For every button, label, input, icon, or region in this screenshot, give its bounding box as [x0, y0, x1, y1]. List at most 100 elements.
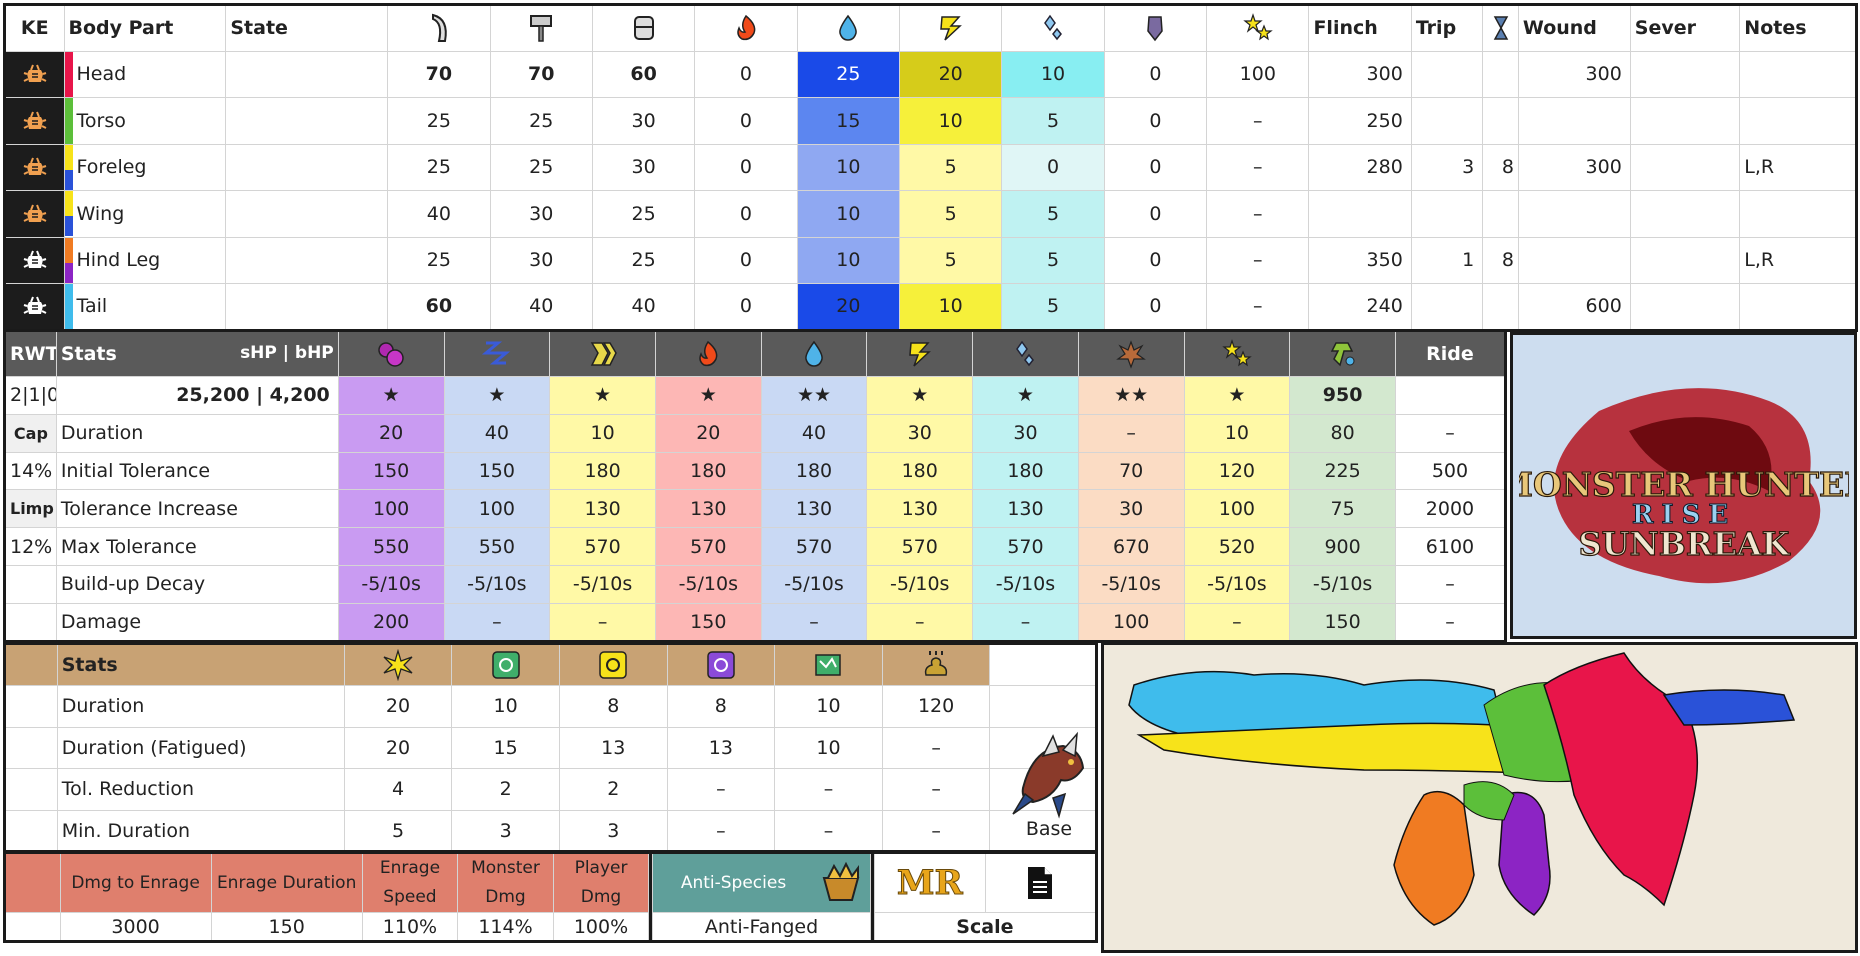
ailment-value: 70: [1077, 451, 1185, 491]
hitzone-row: Foreleg 25 25 30 0 10 5 0 0–280 3 8 300 L,R: [4, 143, 1857, 191]
trip-t-value: 8: [1482, 236, 1519, 284]
notes-header: Notes: [1739, 4, 1857, 52]
ailment-value: -5/10s: [866, 564, 974, 604]
shock-trap-icon: [451, 643, 560, 686]
state-cell: [225, 50, 389, 98]
sleep-icon: [443, 330, 551, 377]
part-color-stripe: [64, 98, 73, 144]
ailment-value: ★: [443, 376, 551, 415]
trap-value: –: [666, 768, 776, 811]
dragon-value: 0: [1103, 190, 1208, 238]
blunt-value: 30: [489, 190, 593, 238]
ice-value: 10: [1001, 50, 1105, 98]
flinch-value: 350: [1308, 236, 1412, 284]
sev-value: [1629, 97, 1741, 145]
exhaust-icon: [1289, 330, 1396, 377]
wound-header: Wound: [1517, 4, 1631, 52]
ailment-table: RWT Stats sHP | bHP Ride 2|1|0 25,200 | 4,…: [3, 329, 1507, 643]
trip-t-value: [1482, 97, 1519, 145]
fire-icon: [694, 4, 798, 52]
trip-t-value: [1482, 190, 1519, 238]
ailment-value: -5/10s: [1289, 564, 1396, 604]
body-part-label: Tail: [76, 295, 108, 318]
ailment-value: 75: [1289, 489, 1396, 529]
monster-dmg-header: Monster Dmg: [457, 852, 554, 913]
ailment-value: 180: [654, 451, 762, 491]
notes-value: [1739, 190, 1857, 238]
body-part-cell: Torso: [63, 97, 227, 145]
blast-fire-icon: [654, 330, 762, 377]
trip-t-value: [1482, 283, 1519, 331]
stun-value: 100: [1206, 50, 1310, 98]
ailment-value: –: [1394, 564, 1507, 604]
sever-value: 25: [387, 236, 491, 284]
ailment-stat-label: Tolerance Increase: [55, 489, 339, 529]
ailment-value: 150: [1289, 602, 1396, 642]
sever-header: Sever: [1629, 4, 1741, 52]
trip-value: 3: [1410, 143, 1484, 191]
ailment-stun-icon: [1183, 330, 1291, 377]
trap-row-blank: [4, 809, 58, 853]
ailment-stat-label: Damage: [55, 602, 339, 642]
ailment-value: 520: [1183, 527, 1291, 566]
ailment-value: 570: [760, 527, 868, 566]
ailment-value: –: [1077, 413, 1185, 453]
thunder-value: 10: [899, 97, 1003, 145]
ailment-row: Build-up Decay -5/10s -5/10s -5/10s -5/10s -5…: [4, 564, 1507, 604]
trap-header-row: Stats: [4, 643, 1097, 686]
hitzone-row: Hind Leg 25 30 25 0 10 5 5 0–350 1 8 L,R: [4, 236, 1857, 284]
ailment-value: 30: [1077, 489, 1185, 529]
ice-value: 5: [1001, 283, 1105, 331]
ke-icon: [4, 97, 65, 145]
body-part-cell: Head: [63, 50, 227, 98]
body-part-cell: Foreleg: [63, 143, 227, 191]
trap-stats-header: Stats: [56, 643, 345, 686]
enrage-speed-value: 110%: [361, 912, 459, 942]
ailment-value: 950: [1289, 376, 1396, 415]
trap-value: 10: [774, 685, 883, 728]
hitzone-table: KE Body Part State Flinch Trip Wound Sev…: [3, 3, 1858, 332]
enrage-duration-header: Enrage Duration: [210, 852, 363, 913]
body-part-header: Body Part: [63, 4, 227, 52]
ailment-value: -5/10s: [654, 564, 762, 604]
ailment-value: 130: [760, 489, 868, 529]
ailment-stat-label: Duration: [55, 413, 339, 453]
sev-value: [1629, 50, 1741, 98]
ailment-value: 225: [1289, 451, 1396, 491]
water-value: 10: [796, 190, 901, 238]
document-icon[interactable]: [984, 852, 1098, 913]
body-part-label: Torso: [76, 109, 126, 132]
trap-header-blank: [989, 643, 1097, 686]
ice-value: 5: [1001, 190, 1105, 238]
ke-icon: [4, 143, 65, 191]
ailment-value: 130: [549, 489, 656, 529]
ailment-value: ★: [866, 376, 974, 415]
ailment-value: 2000: [1394, 489, 1507, 529]
enrage-value-blank: [4, 912, 61, 942]
ailment-stat-label: Initial Tolerance: [55, 451, 339, 491]
ailment-value: -5/10s: [443, 564, 551, 604]
ailment-value: 570: [549, 527, 656, 566]
blast-icon: [1077, 330, 1185, 377]
flinch-header: Flinch: [1308, 4, 1412, 52]
flinch-value: 280: [1308, 143, 1412, 191]
paralysis-icon: [549, 330, 656, 377]
sever-value: 40: [387, 190, 491, 238]
thunder-value: 20: [899, 50, 1003, 98]
ke-icon: [4, 236, 65, 284]
trap-row: Duration 20 10 8 8 10 120: [4, 685, 1097, 728]
hourglass-icon: [1482, 4, 1519, 52]
body-part-label: Wing: [76, 202, 125, 225]
trap-value: –: [666, 809, 776, 853]
ailment-value: 570: [972, 527, 1079, 566]
trip-value: [1410, 190, 1484, 238]
hitzone-row: Wing 40 30 25 0 10 5 5 0–: [4, 190, 1857, 238]
blunt-value: 25: [489, 143, 593, 191]
wound-value: [1517, 190, 1631, 238]
ailment-row: Cap Duration 20 40 10 20 40 30 30–10 80–: [4, 413, 1507, 453]
zone-horn: [1662, 689, 1796, 726]
wound-value: 300: [1517, 50, 1631, 98]
ailment-stat-label: Build-up Decay: [55, 564, 339, 604]
stun-icon: [1206, 4, 1310, 52]
ailment-value: 150: [654, 602, 762, 642]
